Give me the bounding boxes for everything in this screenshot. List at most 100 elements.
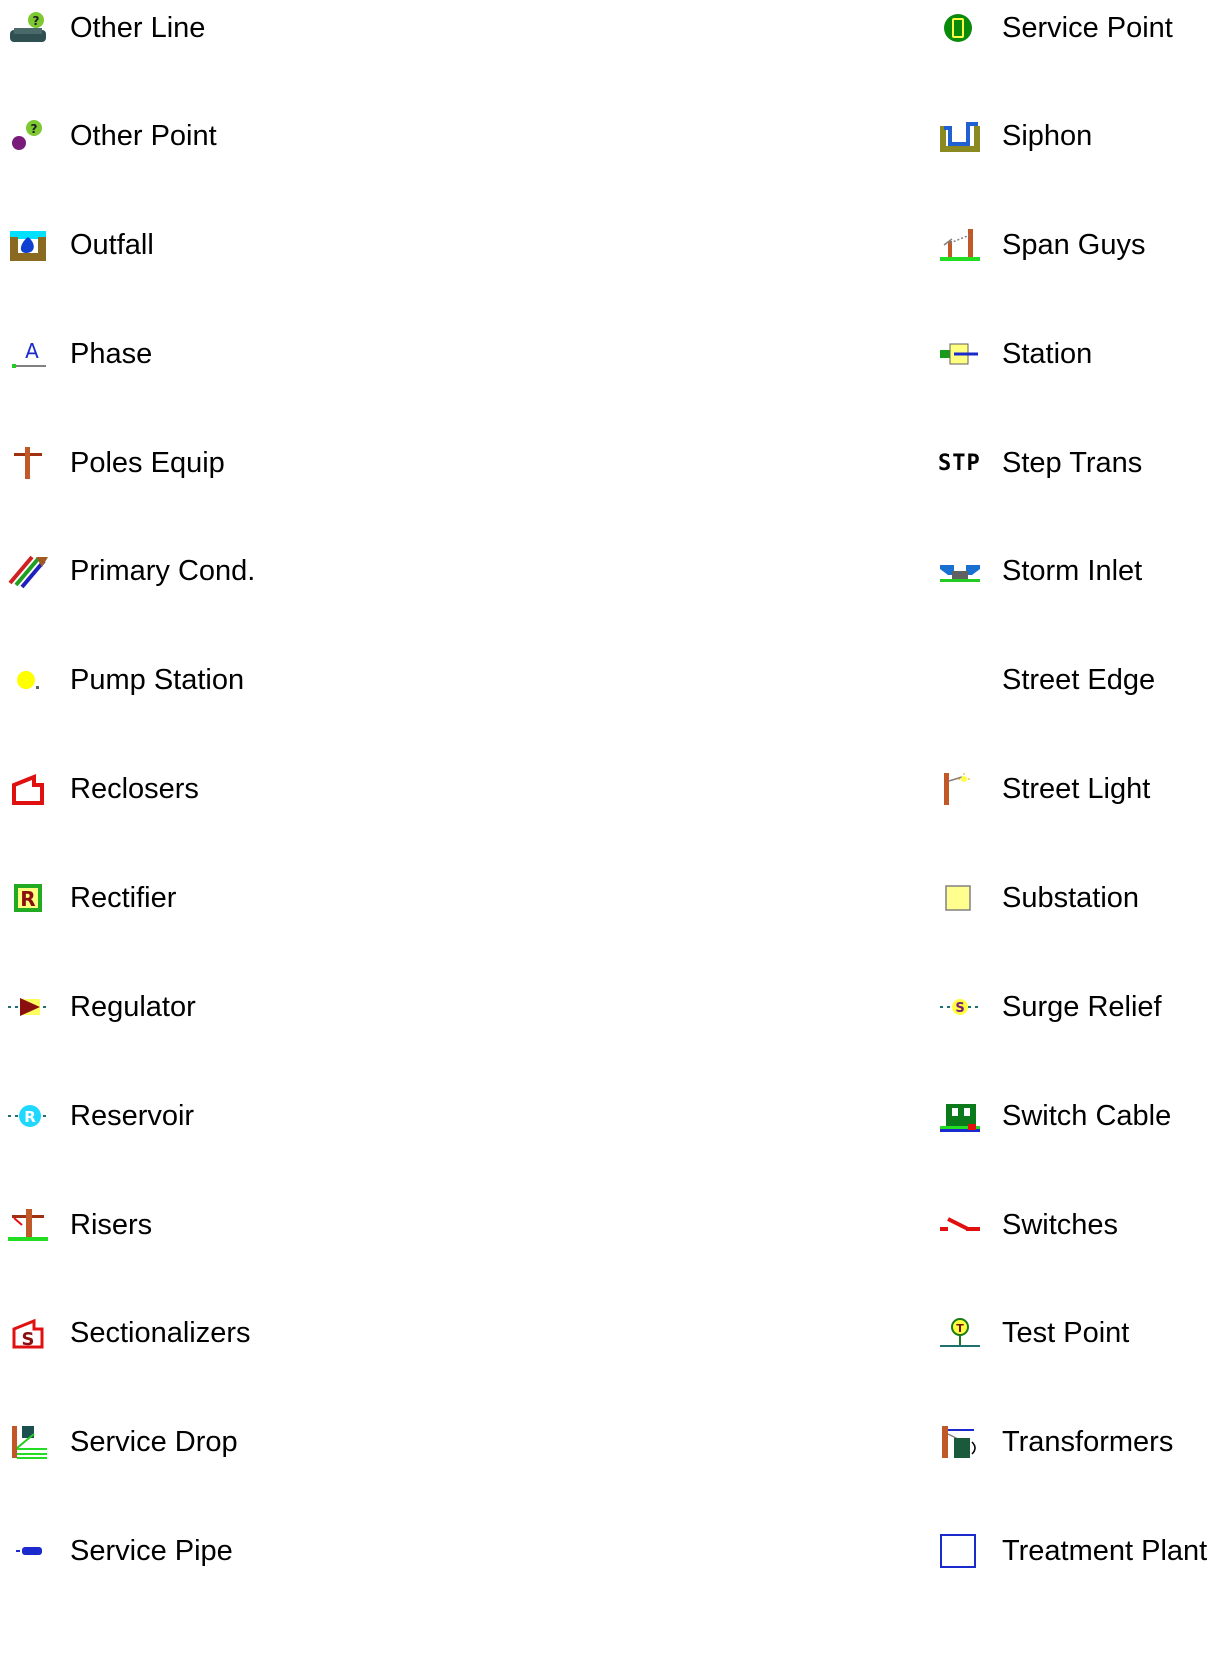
other-line-icon: ? xyxy=(6,10,50,46)
legend-item-other-point: ? Other Point xyxy=(0,116,217,156)
legend-label: Siphon xyxy=(1002,120,1093,152)
legend-item-transformers: Transformers xyxy=(932,1422,1173,1462)
legend-label: Outfall xyxy=(70,229,154,261)
step-trans-icon: STP xyxy=(938,445,982,481)
legend-item-outfall: Outfall xyxy=(0,225,154,265)
reservoir-icon: R xyxy=(6,1098,50,1134)
legend-label: Transformers xyxy=(1002,1426,1174,1458)
legend-label: Street Light xyxy=(1002,773,1151,805)
street-light-icon xyxy=(938,771,982,807)
switch-cable-icon xyxy=(938,1098,982,1134)
legend-item-siphon: Siphon xyxy=(932,116,1092,156)
legend-column-left: ? Other Line ? Other Point Outfall A Pha… xyxy=(0,0,560,1659)
legend-item-service-drop: Service Drop xyxy=(0,1422,238,1462)
legend-label: Other Point xyxy=(70,120,217,152)
legend-label: Test Point xyxy=(1002,1317,1130,1349)
svg-text:T: T xyxy=(956,1322,964,1335)
legend-label: Treatment Plant xyxy=(1002,1535,1208,1567)
service-point-icon xyxy=(938,10,982,46)
legend-item-pump-station: Pump Station xyxy=(0,660,244,700)
legend-item-other-line: ? Other Line xyxy=(0,8,205,48)
test-point-icon: T xyxy=(938,1315,982,1351)
legend-item-service-point: Service Point xyxy=(932,8,1173,48)
legend-label: Service Pipe xyxy=(70,1535,233,1567)
other-point-icon: ? xyxy=(6,118,50,154)
transformers-icon xyxy=(938,1424,982,1460)
legend-label: Pump Station xyxy=(70,664,245,696)
svg-text:?: ? xyxy=(33,14,40,28)
legend-item-risers: Risers xyxy=(0,1205,152,1245)
legend-label: Poles Equip xyxy=(70,447,225,479)
legend-column-right: Service Point Siphon Span Guys Station S… xyxy=(932,0,1228,1659)
legend-item-reservoir: R Reservoir xyxy=(0,1096,194,1136)
svg-text:S: S xyxy=(22,1329,35,1350)
surge-relief-icon: S xyxy=(938,989,982,1025)
legend-label: Regulator xyxy=(70,991,196,1023)
risers-icon xyxy=(6,1207,50,1243)
phase-icon: A xyxy=(6,336,50,372)
legend-item-treatment-plant: Treatment Plant xyxy=(932,1531,1207,1571)
legend-label: Sectionalizers xyxy=(70,1317,251,1349)
rectifier-icon: R xyxy=(6,880,50,916)
legend-label: Street Edge xyxy=(1002,664,1156,696)
legend-item-station: Station xyxy=(932,334,1092,374)
svg-text:R: R xyxy=(20,887,35,911)
legend-item-storm-inlet: Storm Inlet xyxy=(932,551,1142,591)
legend-item-span-guys: Span Guys xyxy=(932,225,1145,265)
legend-item-regulator: Regulator xyxy=(0,987,196,1027)
legend-label: Risers xyxy=(70,1209,153,1241)
step-trans-icon-text: STP xyxy=(938,450,981,476)
legend-label: Span Guys xyxy=(1002,229,1146,261)
svg-text:S: S xyxy=(955,1001,964,1016)
poles-equip-icon xyxy=(6,445,50,481)
legend-item-service-pipe: Service Pipe xyxy=(0,1531,233,1571)
legend-item-switches: Switches xyxy=(932,1205,1118,1245)
legend-item-switch-cable: Switch Cable xyxy=(932,1096,1171,1136)
legend-item-phase: A Phase xyxy=(0,334,152,374)
regulator-icon xyxy=(6,989,50,1025)
legend-label: Step Trans xyxy=(1002,447,1143,479)
legend-label: Rectifier xyxy=(70,882,177,914)
legend-item-surge-relief: S Surge Relief xyxy=(932,987,1162,1027)
span-guys-icon xyxy=(938,227,982,263)
svg-text:R: R xyxy=(24,1108,36,1126)
reclosers-icon xyxy=(6,771,50,807)
legend-item-street-light: Street Light xyxy=(932,769,1150,809)
legend-item-rectifier: R Rectifier xyxy=(0,878,176,918)
svg-text:A: A xyxy=(25,339,39,363)
legend-item-street-edge: Street Edge xyxy=(932,660,1155,700)
primary-cond-icon xyxy=(6,553,50,589)
svg-text:?: ? xyxy=(31,122,38,136)
legend-label: Other Line xyxy=(70,12,206,44)
legend-item-step-trans: STP Step Trans xyxy=(932,443,1142,483)
legend-label: Service Point xyxy=(1002,12,1173,44)
legend-label: Station xyxy=(1002,338,1093,370)
sectionalizers-icon: S xyxy=(6,1315,50,1351)
legend-label: Service Drop xyxy=(70,1426,238,1458)
treatment-plant-icon xyxy=(938,1533,982,1569)
legend-item-test-point: T Test Point xyxy=(932,1313,1129,1353)
service-pipe-icon xyxy=(6,1533,50,1569)
pump-station-icon xyxy=(6,662,50,698)
legend-label: Surge Relief xyxy=(1002,991,1162,1023)
legend-item-reclosers: Reclosers xyxy=(0,769,199,809)
legend-label: Reservoir xyxy=(70,1100,195,1132)
legend-label: Storm Inlet xyxy=(1002,555,1143,587)
street-edge-icon xyxy=(938,662,982,698)
legend-label: Phase xyxy=(70,338,153,370)
substation-icon xyxy=(938,880,982,916)
legend-label: Substation xyxy=(1002,882,1140,914)
switches-icon xyxy=(938,1207,982,1243)
legend-item-substation: Substation xyxy=(932,878,1139,918)
outfall-icon xyxy=(6,227,50,263)
storm-inlet-icon xyxy=(938,553,982,589)
service-drop-icon xyxy=(6,1424,50,1460)
station-icon xyxy=(938,336,982,372)
siphon-icon xyxy=(938,118,982,154)
legend-item-poles-equip: Poles Equip xyxy=(0,443,225,483)
legend-label: Primary Cond. xyxy=(70,555,256,587)
legend-item-sectionalizers: S Sectionalizers xyxy=(0,1313,251,1353)
legend-item-primary-cond: Primary Cond. xyxy=(0,551,255,591)
legend-label: Reclosers xyxy=(70,773,199,805)
legend-label: Switches xyxy=(1002,1209,1119,1241)
